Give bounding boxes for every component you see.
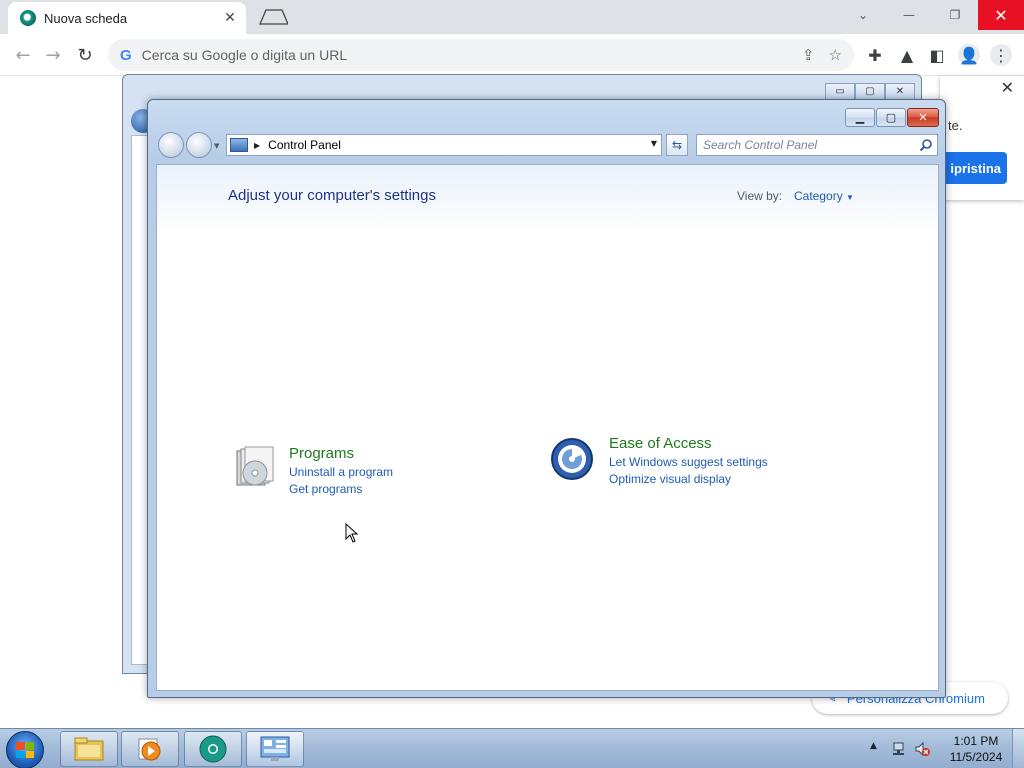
bg-maximize-button[interactable]: ▢ bbox=[855, 83, 885, 100]
programs-icon[interactable] bbox=[231, 445, 277, 491]
category-programs: Programs Uninstall a program Get program… bbox=[231, 445, 431, 505]
get-programs-link[interactable]: Get programs bbox=[289, 482, 362, 496]
optimize-display-link[interactable]: Optimize visual display bbox=[609, 472, 731, 486]
system-clock[interactable]: 1:01 PM 11/5/2024 bbox=[944, 733, 1008, 765]
cp-content-pane: Adjust your computer's settings View by:… bbox=[156, 164, 939, 691]
cp-window-controls: ▁ ▢ ✕ bbox=[845, 108, 939, 127]
cp-close-button[interactable]: ✕ bbox=[907, 108, 939, 127]
google-icon: G bbox=[120, 46, 132, 64]
bookmark-star-icon[interactable]: ☆ bbox=[829, 46, 842, 64]
cp-address-bar[interactable]: ▶ Control Panel ▼ bbox=[226, 134, 662, 156]
address-dropdown-icon[interactable]: ▼ bbox=[651, 139, 657, 148]
popup-close-icon[interactable]: ✕ bbox=[1001, 78, 1014, 97]
mouse-cursor-icon bbox=[345, 523, 359, 543]
cp-refresh-button[interactable]: ⇆ bbox=[666, 134, 688, 156]
taskbar-file-explorer[interactable] bbox=[60, 731, 118, 767]
tray-expand-icon[interactable]: ▲ bbox=[870, 741, 877, 751]
view-by-value: Category bbox=[794, 189, 843, 203]
control-panel-small-icon bbox=[230, 138, 248, 152]
menu-kebab-icon[interactable]: ⋮ bbox=[990, 44, 1012, 66]
restore-pages-button[interactable]: ipristina bbox=[940, 152, 1007, 184]
clock-date: 11/5/2024 bbox=[949, 750, 1003, 764]
side-panel-icon[interactable]: ◧ bbox=[926, 44, 948, 66]
chrome-restore-popup: ✕ te. ipristina bbox=[940, 76, 1024, 200]
chrome-tab-strip: Nuova scheda ✕ ⌄ — ❐ ✕ bbox=[0, 0, 1024, 34]
tab-close-icon[interactable]: ✕ bbox=[222, 10, 238, 26]
breadcrumb-arrow-icon[interactable]: ▶ bbox=[254, 141, 260, 150]
search-icon[interactable] bbox=[919, 138, 933, 152]
taskbar-media-player[interactable] bbox=[121, 731, 179, 767]
profile-avatar-icon[interactable]: 👤 bbox=[958, 44, 980, 66]
start-button[interactable] bbox=[6, 731, 44, 768]
clock-time: 1:01 PM bbox=[953, 734, 999, 748]
popup-text: te. bbox=[948, 118, 963, 133]
view-by-label: View by: bbox=[737, 189, 783, 203]
extensions-puzzle-icon[interactable]: ✚ bbox=[864, 44, 886, 66]
omnibox[interactable]: G Cerca su Google o digita un URL ⇪ ☆ bbox=[108, 39, 854, 71]
view-by-dropdown[interactable]: Category ▼ bbox=[794, 189, 854, 203]
programs-title[interactable]: Programs bbox=[289, 445, 354, 462]
chrome-window-controls: ⌄ — ❐ ✕ bbox=[840, 0, 1024, 30]
ease-of-access-title[interactable]: Ease of Access bbox=[609, 435, 712, 452]
recent-pages-chevron-icon[interactable]: ▼ bbox=[214, 142, 219, 150]
bg-minimize-button[interactable]: ▭ bbox=[825, 83, 855, 100]
back-arrow-icon[interactable]: ← bbox=[12, 44, 34, 66]
suggest-settings-link[interactable]: Let Windows suggest settings bbox=[609, 455, 768, 469]
minimize-button[interactable]: — bbox=[886, 0, 932, 30]
reload-icon[interactable]: ↻ bbox=[74, 44, 96, 66]
taskbar-control-panel[interactable] bbox=[246, 731, 304, 767]
chromium-icon bbox=[199, 735, 227, 763]
cp-search-input[interactable] bbox=[703, 138, 915, 152]
control-panel-window: ▁ ▢ ✕ ▼ ▶ Control Panel ▼ ⇆ Adjust your … bbox=[147, 99, 946, 698]
folder-icon bbox=[74, 737, 104, 761]
media-player-icon bbox=[138, 738, 161, 761]
page-title: Adjust your computer's settings bbox=[228, 187, 436, 204]
close-button[interactable]: ✕ bbox=[978, 0, 1024, 30]
share-icon[interactable]: ⇪ bbox=[802, 46, 815, 64]
control-panel-icon bbox=[260, 736, 290, 761]
chromium-favicon-icon bbox=[20, 10, 36, 26]
tab-new-tab[interactable]: Nuova scheda ✕ bbox=[8, 2, 246, 34]
taskbar: ▲ 1:01 PM 11/5/2024 bbox=[0, 728, 1024, 768]
cp-search-box[interactable] bbox=[696, 134, 938, 156]
taskbar-chromium[interactable] bbox=[184, 731, 242, 767]
windows-logo-icon bbox=[16, 742, 34, 758]
background-window-controls: ▭ ▢ ✕ bbox=[825, 83, 915, 100]
show-desktop-button[interactable] bbox=[1012, 729, 1024, 768]
chevron-down-icon[interactable]: ⌄ bbox=[840, 0, 886, 30]
lab-flask-icon[interactable]: ▲ bbox=[896, 44, 918, 66]
omnibox-placeholder: Cerca su Google o digita un URL bbox=[141, 47, 348, 63]
restore-button[interactable]: ❐ bbox=[932, 0, 978, 30]
ease-of-access-icon[interactable] bbox=[549, 435, 595, 481]
cp-minimize-button[interactable]: ▁ bbox=[845, 108, 875, 127]
cp-back-button[interactable] bbox=[158, 132, 184, 158]
chevron-down-icon: ▼ bbox=[846, 193, 854, 202]
breadcrumb[interactable]: Control Panel bbox=[268, 138, 341, 152]
cp-forward-button[interactable] bbox=[186, 132, 212, 158]
cp-maximize-button[interactable]: ▢ bbox=[876, 108, 906, 127]
volume-muted-icon[interactable] bbox=[914, 741, 930, 757]
uninstall-program-link[interactable]: Uninstall a program bbox=[289, 465, 393, 479]
category-ease-of-access: Ease of Access Let Windows suggest setti… bbox=[549, 435, 809, 495]
chrome-toolbar: ← → ↻ G Cerca su Google o digita un URL … bbox=[0, 34, 1024, 76]
bg-close-button[interactable]: ✕ bbox=[885, 83, 915, 100]
network-icon[interactable] bbox=[892, 741, 908, 757]
forward-arrow-icon[interactable]: → bbox=[42, 44, 64, 66]
tab-title: Nuova scheda bbox=[44, 10, 128, 26]
new-tab-button[interactable] bbox=[254, 8, 288, 26]
